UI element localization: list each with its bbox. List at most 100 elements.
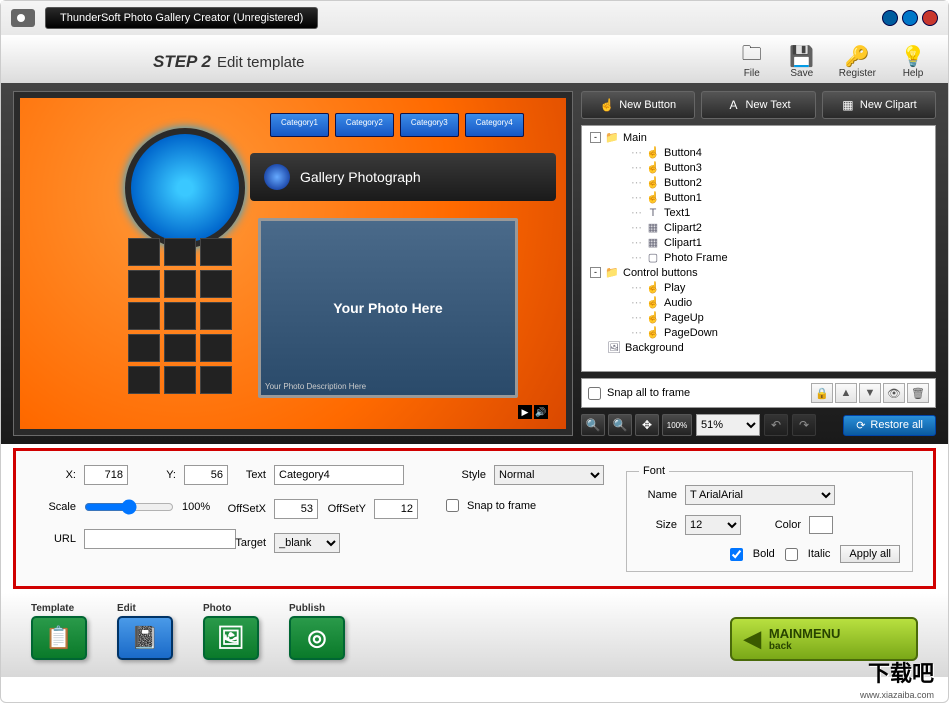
tree-node-audio[interactable]: ⋯☝Audio: [586, 295, 931, 310]
tree-node-button3[interactable]: ⋯☝Button3: [586, 160, 931, 175]
tree-tool-4[interactable]: 🗑: [907, 383, 929, 403]
category-button-4[interactable]: Category4: [465, 113, 524, 137]
help-icon: 💡: [900, 45, 926, 67]
italic-checkbox[interactable]: [785, 548, 798, 561]
font-size-select[interactable]: 12: [685, 515, 741, 535]
zoom-btn-2[interactable]: ✥: [635, 414, 659, 436]
snap-all-checkbox[interactable]: [588, 387, 601, 400]
tree-icon: 🖼: [607, 341, 621, 354]
style-select[interactable]: Normal: [494, 465, 604, 485]
zoom-btn-1[interactable]: 🔍: [608, 414, 632, 436]
thumb-slot[interactable]: [164, 334, 196, 362]
tree-node-clipart2[interactable]: ⋯▦Clipart2: [586, 220, 931, 235]
target-label: Target: [226, 537, 266, 549]
tree-tool-1[interactable]: ▲: [835, 383, 857, 403]
tree-icon: 📁: [605, 131, 619, 144]
template-preview[interactable]: Category1Category2Category3Category4 Gal…: [13, 91, 573, 436]
thumb-slot[interactable]: [128, 334, 160, 362]
zoom-btn-3[interactable]: 100%: [662, 414, 692, 436]
register-icon: 🔑: [844, 45, 870, 67]
thumb-slot[interactable]: [200, 238, 232, 266]
tree-node-background[interactable]: 🖼Background: [586, 340, 931, 355]
zoom-btn-0[interactable]: 🔍: [581, 414, 605, 436]
maximize-button[interactable]: [902, 10, 918, 26]
help-button[interactable]: 💡Help: [900, 45, 926, 79]
tree-node-text1[interactable]: ⋯TText1: [586, 205, 931, 220]
tree-node-pageup[interactable]: ⋯☝PageUp: [586, 310, 931, 325]
thumb-slot[interactable]: [164, 238, 196, 266]
text-input[interactable]: [274, 465, 404, 485]
thumb-slot[interactable]: [128, 366, 160, 394]
tree-tool-0[interactable]: 🔒: [811, 383, 833, 403]
file-button[interactable]: 🗀File: [739, 45, 765, 79]
scale-slider[interactable]: [84, 499, 174, 515]
tree-node-photo-frame[interactable]: ⋯▢Photo Frame: [586, 250, 931, 265]
new-clipart[interactable]: ▦New Clipart: [822, 91, 936, 119]
photo-placeholder[interactable]: Your Photo Here Your Photo Description H…: [258, 218, 518, 398]
font-name-select[interactable]: T ArialArial: [685, 485, 835, 505]
tree-icon: 📁: [605, 266, 619, 279]
x-input[interactable]: [84, 465, 128, 485]
thumb-slot[interactable]: [128, 238, 160, 266]
x-label: X:: [36, 469, 76, 481]
category-button-2[interactable]: Category2: [335, 113, 394, 137]
tree-tool-2[interactable]: ▼: [859, 383, 881, 403]
tree-tool-3[interactable]: 👁: [883, 383, 905, 403]
thumb-slot[interactable]: [164, 366, 196, 394]
color-swatch[interactable]: [809, 516, 833, 534]
category-button-3[interactable]: Category3: [400, 113, 459, 137]
tree-node-control-buttons[interactable]: -📁Control buttons: [586, 265, 931, 280]
tab-photo[interactable]: Photo🖼: [203, 603, 259, 660]
tree-node-button2[interactable]: ⋯☝Button2: [586, 175, 931, 190]
tree-node-clipart1[interactable]: ⋯▦Clipart1: [586, 235, 931, 250]
bold-checkbox[interactable]: [730, 548, 743, 561]
tree-expand[interactable]: -: [590, 132, 601, 143]
tree-expand[interactable]: -: [590, 267, 601, 278]
offsety-input[interactable]: [374, 499, 418, 519]
category-button-1[interactable]: Category1: [270, 113, 329, 137]
thumb-slot[interactable]: [200, 270, 232, 298]
thumb-slot[interactable]: [128, 270, 160, 298]
offsetx-input[interactable]: [274, 499, 318, 519]
tree-node-play[interactable]: ⋯☝Play: [586, 280, 931, 295]
thumb-slot[interactable]: [200, 302, 232, 330]
tree-node-pagedown[interactable]: ⋯☝PageDown: [586, 325, 931, 340]
undo-button[interactable]: ↶: [764, 414, 788, 436]
tree-icon: T: [646, 207, 660, 219]
target-select[interactable]: _blank: [274, 533, 340, 553]
redo-button[interactable]: ↷: [792, 414, 816, 436]
thumb-slot[interactable]: [200, 334, 232, 362]
new-button[interactable]: ☝New Button: [581, 91, 695, 119]
tab-edit[interactable]: Edit📓: [117, 603, 173, 660]
save-button[interactable]: 💾Save: [789, 45, 815, 79]
snap-frame-checkbox[interactable]: [446, 499, 459, 512]
photo-desc: Your Photo Description Here: [265, 382, 366, 391]
tab-publish[interactable]: Publish◎: [289, 603, 345, 660]
thumb-slot[interactable]: [128, 302, 160, 330]
tree-node-main[interactable]: -📁Main: [586, 130, 931, 145]
new-text[interactable]: ANew Text: [701, 91, 815, 119]
register-button[interactable]: 🔑Register: [839, 45, 876, 79]
tree-node-button1[interactable]: ⋯☝Button1: [586, 190, 931, 205]
thumb-slot[interactable]: [164, 302, 196, 330]
tab-template[interactable]: Template📋: [31, 603, 87, 660]
restore-all-button[interactable]: ⟳ Restore all: [843, 415, 936, 436]
publish-tab-icon: ◎: [289, 616, 345, 660]
tree-node-button4[interactable]: ⋯☝Button4: [586, 145, 931, 160]
play-icon[interactable]: ▶: [518, 405, 532, 419]
audio-icon[interactable]: 🔊: [534, 405, 548, 419]
layer-tree[interactable]: -📁Main⋯☝Button4⋯☝Button3⋯☝Button2⋯☝Butto…: [581, 125, 936, 372]
thumb-slot[interactable]: [164, 270, 196, 298]
minimize-button[interactable]: [882, 10, 898, 26]
mainmenu-button[interactable]: ◀ MAINMENU back: [730, 617, 918, 661]
zoom-select[interactable]: 51%: [696, 414, 760, 436]
thumb-slot[interactable]: [200, 366, 232, 394]
photo-tab-icon: 🖼: [203, 616, 259, 660]
close-button[interactable]: [922, 10, 938, 26]
url-input[interactable]: [84, 529, 236, 549]
snap-frame-label: Snap to frame: [467, 500, 536, 512]
y-input[interactable]: [184, 465, 228, 485]
app-title: ThunderSoft Photo Gallery Creator (Unreg…: [45, 7, 318, 29]
bold-label: Bold: [753, 548, 775, 560]
apply-all-button[interactable]: Apply all: [840, 545, 900, 563]
